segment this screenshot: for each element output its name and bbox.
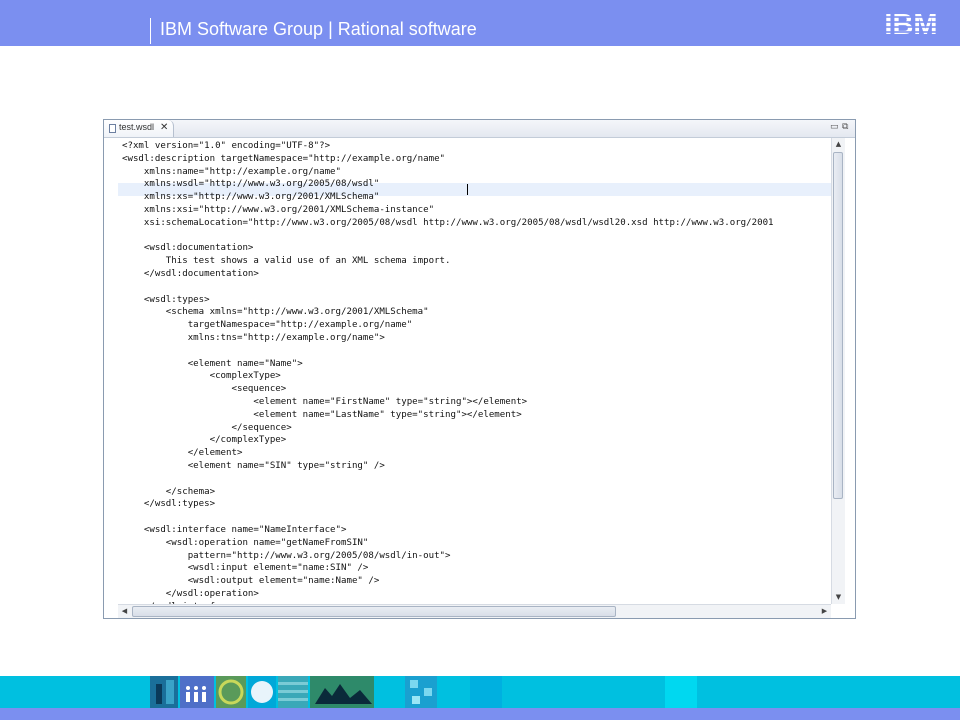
code-line: <element name="LastName" type="string"><… (122, 409, 522, 420)
scroll-up-icon[interactable]: ▲ (832, 138, 845, 151)
horizontal-scroll-thumb[interactable] (132, 606, 616, 617)
code-lines: <?xml version="1.0" encoding="UTF-8"?> <w… (122, 140, 774, 604)
footer-base-band (0, 708, 960, 720)
wsdl-editor: test.wsdl ✕ ▭ ⧉ <?xml version="1.0" enco… (103, 119, 856, 619)
scroll-right-icon[interactable]: ▶ (818, 605, 831, 618)
code-line: <element name="SIN" type="string" /> (122, 460, 385, 471)
code-line: targetNamespace="http://example.org/name… (122, 320, 413, 331)
tab-label: test.wsdl (119, 122, 155, 132)
code-line: </sequence> (122, 422, 292, 433)
code-line: xmlns:xs="http://www.w3.org/2001/XMLSche… (122, 192, 380, 203)
vertical-scroll-thumb[interactable] (833, 152, 843, 499)
code-line: <wsdl:types> (122, 294, 210, 305)
scroll-left-icon[interactable]: ◀ (118, 605, 131, 618)
code-line: <element name="Name"> (122, 358, 303, 369)
code-line: </wsdl:operation> (122, 588, 259, 599)
text-caret (467, 184, 468, 195)
tab-test-wsdl[interactable]: test.wsdl ✕ (104, 120, 174, 137)
editor-tab-bar: test.wsdl ✕ ▭ ⧉ (104, 120, 855, 138)
code-line: xmlns:tns="http://example.org/name"> (122, 332, 385, 343)
code-text-area[interactable]: <?xml version="1.0" encoding="UTF-8"?> <w… (104, 138, 831, 604)
code-line: <wsdl:operation name="getNameFromSIN" (122, 537, 369, 548)
file-icon (109, 124, 116, 133)
code-line: xsi:schemaLocation="http://www.w3.org/20… (122, 217, 774, 228)
code-line: xmlns:xsi="http://www.w3.org/2001/XMLSch… (122, 204, 435, 215)
code-line: <wsdl:interface name="NameInterface"> (122, 524, 347, 535)
scroll-down-icon[interactable]: ▼ (832, 591, 845, 604)
code-line: </schema> (122, 486, 216, 497)
header-band: IBM Software Group | Rational software I… (0, 0, 960, 46)
ibm-logo: IBM (884, 9, 937, 38)
code-line: <?xml version="1.0" encoding="UTF-8"?> (122, 141, 331, 151)
code-line: <complexType> (122, 371, 281, 382)
minimize-icon[interactable]: ▭ (830, 122, 839, 132)
code-line: </wsdl:types> (122, 499, 216, 510)
code-line: pattern="http://www.w3.org/2005/08/wsdl/… (122, 550, 451, 561)
header-divider (150, 18, 151, 44)
code-line: <wsdl:output element="name:Name" /> (122, 576, 380, 587)
code-line: <sequence> (122, 384, 287, 395)
code-line: xmlns:wsdl="http://www.w3.org/2005/08/ws… (122, 179, 380, 190)
vertical-scrollbar[interactable]: ▲ ▼ (831, 138, 845, 604)
horizontal-scrollbar[interactable]: ◀ ▶ (118, 604, 831, 618)
maximize-icon[interactable]: ⧉ (842, 122, 848, 132)
overview-ruler (845, 138, 855, 604)
code-line: </wsdl:documentation> (122, 268, 259, 279)
code-line: <wsdl:description targetNamespace="http:… (122, 153, 446, 164)
footer-image-mosaic (150, 676, 697, 708)
code-line: <wsdl:input element="name:SIN" /> (122, 563, 369, 574)
close-icon[interactable]: ✕ (160, 121, 168, 135)
code-line: <wsdl:documentation> (122, 243, 254, 254)
code-line: </complexType> (122, 435, 287, 446)
ibm-logo-text: IBM (884, 9, 937, 38)
code-line: </element> (122, 448, 243, 459)
code-line: <element name="FirstName" type="string">… (122, 396, 528, 407)
code-line: This test shows a valid use of an XML sc… (122, 256, 451, 267)
code-line: <schema xmlns="http://www.w3.org/2001/XM… (122, 307, 429, 318)
header-title: IBM Software Group | Rational software (160, 19, 477, 39)
code-line: xmlns:name="http://example.org/name" (122, 166, 341, 177)
